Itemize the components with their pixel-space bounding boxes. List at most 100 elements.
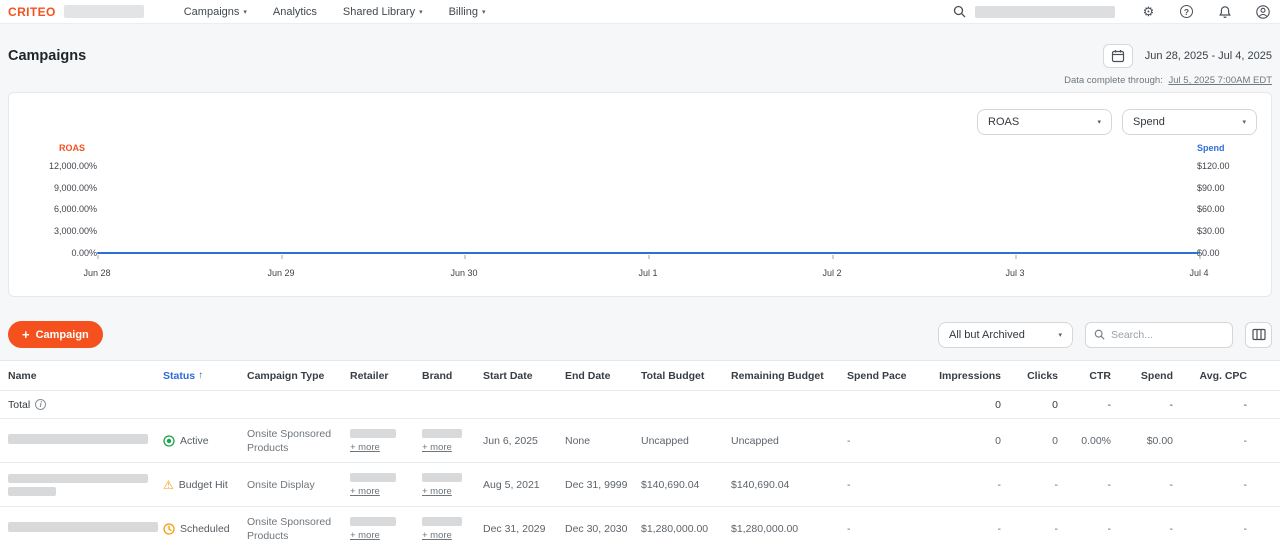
col-clicks[interactable]: Clicks: [1017, 370, 1074, 382]
criteo-logo[interactable]: CRITEO: [8, 5, 56, 19]
brand-more-link[interactable]: + more: [422, 530, 452, 541]
right-axis-tick: $60.00: [1197, 204, 1249, 214]
campaign-name-redacted: [8, 474, 148, 483]
spend-cell: -: [1127, 479, 1189, 491]
columns-button[interactable]: [1245, 322, 1272, 348]
search-icon: [1094, 329, 1105, 340]
left-axis-tick: 12,000.00%: [9, 161, 97, 171]
col-name[interactable]: Name: [0, 370, 163, 382]
col-status-sorted[interactable]: Status ↑: [163, 370, 247, 382]
col-spend[interactable]: Spend: [1127, 370, 1189, 382]
user-icon[interactable]: [1255, 4, 1270, 19]
sort-ascending-icon: ↑: [198, 370, 203, 381]
end-date-cell: None: [565, 435, 641, 447]
status-label: Scheduled: [180, 523, 230, 535]
left-axis-tick: 0.00%: [9, 248, 97, 258]
campaigns-table: Name Status ↑ Campaign Type Retailer Bra…: [0, 360, 1280, 541]
table-search[interactable]: [1085, 322, 1233, 348]
total-label: Total: [8, 399, 30, 411]
brand-more-link[interactable]: + more: [422, 486, 452, 497]
new-campaign-button[interactable]: + Campaign: [8, 321, 103, 348]
total-avg-cpc: -: [1189, 399, 1263, 411]
col-spend-pace[interactable]: Spend Pace: [847, 370, 933, 382]
table-row[interactable]: Scheduled Onsite Sponsored Products + mo…: [0, 507, 1280, 541]
total-impressions: 0: [933, 399, 1017, 411]
col-impressions[interactable]: Impressions: [933, 370, 1017, 382]
right-axis-tick: $120.00: [1197, 161, 1249, 171]
account-name-redacted[interactable]: [64, 5, 144, 18]
chevron-down-icon: ▾: [1097, 118, 1101, 126]
x-axis-tick: Jun 28: [83, 268, 110, 278]
impressions-cell: -: [933, 523, 1017, 535]
right-axis-label: Spend: [1197, 143, 1249, 153]
retailer-more-link[interactable]: + more: [350, 486, 380, 497]
chevron-down-icon: ▾: [1242, 118, 1246, 126]
campaign-name-cell[interactable]: [0, 474, 163, 496]
col-retailer[interactable]: Retailer: [350, 370, 422, 382]
right-axis-tick: $90.00: [1197, 183, 1249, 193]
warning-icon: ⚠: [163, 479, 174, 491]
table-row[interactable]: ⚠ Budget Hit Onsite Display + more + mor…: [0, 463, 1280, 507]
campaign-name-cell[interactable]: [0, 434, 163, 447]
nav-shared-library[interactable]: Shared Library ▾: [343, 6, 423, 18]
table-toolbar-right: All but Archived ▾: [938, 322, 1272, 348]
ctr-cell: -: [1074, 523, 1127, 535]
nav-billing[interactable]: Billing ▾: [449, 6, 486, 18]
start-date-cell: Dec 31, 2029: [483, 523, 565, 535]
col-total-budget[interactable]: Total Budget: [641, 370, 731, 382]
status-cell: Scheduled: [163, 523, 247, 535]
avg-cpc-cell: -: [1189, 479, 1263, 491]
clock-icon: [163, 523, 175, 535]
col-remaining-budget[interactable]: Remaining Budget: [731, 370, 847, 382]
active-status-icon: [163, 435, 175, 447]
chevron-down-icon: ▾: [482, 8, 486, 16]
spend-cell: -: [1127, 523, 1189, 535]
page-title: Campaigns: [8, 48, 86, 64]
left-metric-select[interactable]: ROAS ▾: [977, 109, 1112, 135]
data-complete-link[interactable]: Jul 5, 2025 7:00AM EDT: [1169, 75, 1273, 86]
col-avg-cpc[interactable]: Avg. CPC: [1189, 370, 1263, 382]
right-metric-select[interactable]: Spend ▾: [1122, 109, 1257, 135]
help-icon[interactable]: ?: [1179, 4, 1194, 19]
x-axis-tick: Jul 4: [1189, 268, 1208, 278]
total-spend: -: [1127, 399, 1189, 411]
retailer-cell: + more: [350, 429, 422, 453]
table-header-row: Name Status ↑ Campaign Type Retailer Bra…: [0, 361, 1280, 391]
remaining-budget-cell: $140,690.04: [731, 479, 847, 491]
total-ctr: -: [1074, 399, 1127, 411]
table-row[interactable]: Active Onsite Sponsored Products + more …: [0, 419, 1280, 463]
date-range-area: Jun 28, 2025 - Jul 4, 2025: [1103, 44, 1272, 68]
new-campaign-label: Campaign: [36, 329, 89, 341]
calendar-button[interactable]: [1103, 44, 1133, 68]
col-end-date[interactable]: End Date: [565, 370, 641, 382]
col-start-date[interactable]: Start Date: [483, 370, 565, 382]
campaign-type-cell: Onsite Sponsored Products: [247, 427, 350, 455]
date-range-value: Jun 28, 2025 - Jul 4, 2025: [1145, 50, 1272, 62]
col-campaign-type[interactable]: Campaign Type: [247, 370, 350, 382]
gear-icon[interactable]: ⚙: [1141, 4, 1156, 19]
nav-analytics-label: Analytics: [273, 6, 317, 18]
impressions-cell: 0: [933, 435, 1017, 447]
info-icon[interactable]: i: [35, 399, 46, 410]
archive-filter-select[interactable]: All but Archived ▾: [938, 322, 1073, 348]
search-icon[interactable]: [952, 4, 967, 19]
right-axis-tick: $30.00: [1197, 226, 1249, 236]
retailer-more-link[interactable]: + more: [350, 530, 380, 541]
global-search-value-redacted[interactable]: [975, 6, 1115, 18]
table-search-input[interactable]: [1111, 329, 1224, 341]
columns-icon: [1252, 328, 1266, 341]
brand-redacted: [422, 429, 462, 438]
bell-icon[interactable]: [1217, 4, 1232, 19]
col-ctr[interactable]: CTR: [1074, 370, 1127, 382]
nav-analytics[interactable]: Analytics: [273, 6, 317, 18]
brand-more-link[interactable]: + more: [422, 442, 452, 453]
end-date-cell: Dec 31, 9999: [565, 479, 641, 491]
left-axis-tick: 3,000.00%: [9, 226, 97, 236]
nav-campaigns[interactable]: Campaigns ▾: [184, 6, 247, 18]
left-axis-tick: 9,000.00%: [9, 183, 97, 193]
brand-redacted: [422, 473, 462, 482]
retailer-more-link[interactable]: + more: [350, 442, 380, 453]
total-budget-cell: $1,280,000.00: [641, 523, 731, 535]
campaign-name-cell[interactable]: [0, 522, 163, 535]
col-brand[interactable]: Brand: [422, 370, 483, 382]
